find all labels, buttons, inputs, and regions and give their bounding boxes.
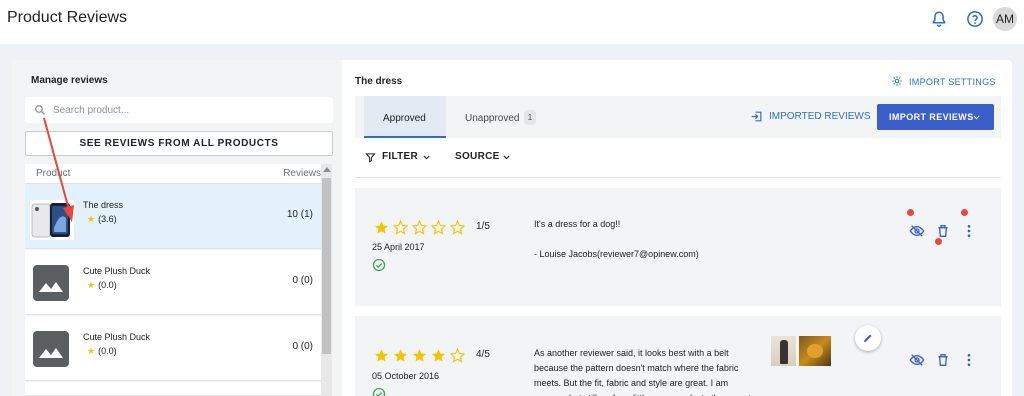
top-header: Product Reviews AM [0,0,1024,44]
import-icon [751,111,762,122]
rating-value: (0.0) [98,346,117,356]
rating-value: (3.6) [98,214,117,224]
star-outline-icon [412,220,427,235]
review-score: 4/5 [476,349,490,360]
verified-check-icon [372,258,386,272]
review-score: 1/5 [476,221,490,232]
hide-eye-icon[interactable] [909,352,925,368]
manage-reviews-heading: Manage reviews [31,75,108,86]
chevron-down-icon [973,115,980,120]
review-text: It's a dress for a dog!! - Louise Jacobs… [534,219,699,259]
product-review-count: 0 (0) [292,275,313,286]
star-filled-icon [394,349,407,362]
help-circle-icon[interactable] [966,10,984,28]
tab-unapproved[interactable]: Unapproved 1 [451,96,541,138]
star-icon: ★ [87,214,96,224]
review-card: 1/5 25 April 2017 It's a dress for a dog… [355,188,1001,306]
product-rating: ★ (3.6) [87,214,117,225]
scrollbar-thumb[interactable] [322,178,331,354]
import-settings-label: IMPORT SETTINGS [909,77,996,87]
star-outline-icon [450,348,465,363]
imported-reviews-label: IMPORTED REVIEWS [769,111,871,122]
star-filled-icon [432,349,445,362]
review-date: 05 October 2016 [372,371,440,381]
product-review-count: 0 (0) [292,341,313,352]
avatar[interactable]: AM [993,7,1017,31]
review-image[interactable] [771,336,796,366]
annotation-dot [907,209,914,216]
image-placeholder-icon [33,265,69,301]
star-icon: ★ [87,280,96,290]
tab-approved-label: Approved [383,113,426,124]
product-name: Cute Plush Duck [83,332,151,342]
star-rating [374,220,469,235]
product-row[interactable]: Cute Plush Duck ★ (0.0) 0 (0) [25,250,321,315]
star-filled-icon [413,349,426,362]
manage-reviews-panel: Manage reviews SEE REVIEWS FROM ALL PROD… [12,60,342,396]
product-rating: ★ (0.0) [87,280,117,291]
star-icon: ★ [87,346,96,356]
filters-bar: FILTER SOURCE [355,146,1001,178]
product-review-count: 10 (1) [286,209,313,220]
source-label: SOURCE [455,151,500,162]
image-placeholder-icon [33,331,69,367]
trash-icon[interactable] [935,352,951,368]
hide-eye-icon[interactable] [909,223,925,239]
import-reviews-label: IMPORT REVIEWS [889,112,974,122]
bell-icon[interactable] [930,10,948,28]
star-filled-icon [375,221,388,234]
annotation-arrow [43,117,74,222]
review-card: 4/5 05 October 2016 As another reviewer … [355,316,1001,396]
review-text: As another reviewer said, it looks best … [534,348,751,396]
annotation-dot [961,209,968,216]
star-outline-icon [431,220,446,235]
product-row[interactable]: Cute Plush Duck ★ (0.0) 0 (0) [25,316,321,381]
star-filled-icon [375,349,388,362]
star-outline-icon [393,220,408,235]
product-name: The dress [83,200,124,210]
star-rating [374,348,469,363]
filter-icon [365,153,376,163]
product-rating: ★ (0.0) [87,346,117,357]
tab-approved[interactable]: Approved [364,96,446,138]
annotation-dot [935,238,942,245]
import-reviews-button[interactable]: IMPORT REVIEWS [877,104,994,130]
product-title: The dress [355,76,403,87]
reviews-column-header: Reviews [283,168,321,179]
more-vertical-icon[interactable] [961,352,977,368]
product-list-scrollbar[interactable] [321,164,332,396]
edit-button[interactable] [855,325,881,351]
review-image[interactable] [799,336,831,366]
scroll-up-icon[interactable] [323,167,331,172]
review-tabs: Approved Unapproved 1 IMPORTED REVIEWS I… [355,96,1001,138]
gear-icon [892,76,902,86]
rating-value: (0.0) [98,280,117,290]
reviews-panel: The dress IMPORT SETTINGS Approved Unapp… [355,60,1001,396]
chevron-down-icon [503,155,510,160]
unapproved-count-badge: 1 [524,110,536,125]
product-name: Cute Plush Duck [83,266,151,276]
product-row-partial[interactable] [25,382,321,396]
trash-icon[interactable] [935,223,951,239]
filter-label: FILTER [382,151,419,162]
verified-check-icon [372,387,386,396]
star-outline-icon [450,220,465,235]
page-title: Product Reviews [7,9,128,26]
pencil-icon [864,334,872,342]
more-vertical-icon[interactable] [961,223,977,239]
review-date: 25 April 2017 [372,242,425,252]
chevron-down-icon [423,155,430,160]
search-input[interactable] [53,102,323,118]
tab-unapproved-label: Unapproved [465,113,520,124]
